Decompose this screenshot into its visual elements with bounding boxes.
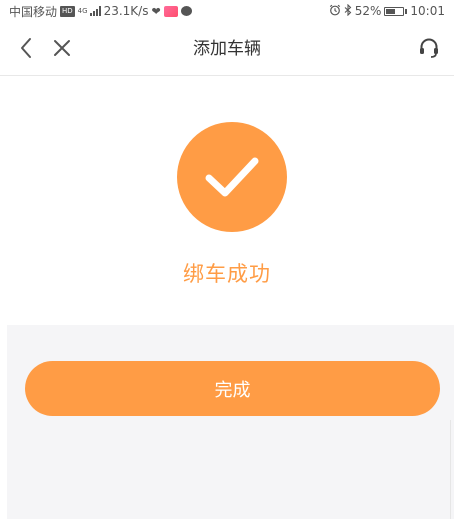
hd-badge: HD [60, 5, 75, 17]
checkmark-icon [205, 157, 259, 197]
customer-service-button[interactable] [416, 35, 442, 61]
add-vehicle-success-page: 中国移动 HD 4G 23.1K/s ❤ 52% 10:01 添加车辆 绑车成功… [0, 0, 454, 519]
carrier-name: 中国移动 [9, 4, 58, 19]
back-icon [21, 38, 31, 58]
battery-percent: 52% [354, 4, 382, 18]
close-button[interactable] [50, 36, 74, 60]
clock-time: 10:01 [410, 4, 445, 18]
navigation-bar: 添加车辆 [0, 22, 454, 76]
status-bar: 中国移动 HD 4G 23.1K/s ❤ 52% 10:01 [0, 0, 454, 22]
heart-icon: ❤ [151, 4, 161, 18]
customer-service-icon [420, 38, 438, 58]
success-badge [177, 122, 287, 232]
bottom-panel [7, 325, 454, 519]
bluetooth-icon [344, 3, 352, 19]
photo-app-icon [163, 5, 178, 17]
status-right: 52% 10:01 [329, 3, 445, 19]
done-button[interactable]: 完成 [25, 361, 440, 416]
network-speed: 23.1K/s [103, 4, 149, 18]
alarm-icon [329, 4, 341, 19]
signal-icon [89, 6, 101, 16]
battery-icon [384, 6, 408, 16]
chat-bubble-icon [180, 6, 192, 16]
close-icon [54, 40, 70, 56]
success-message: 绑车成功 [183, 262, 271, 286]
network-type: 4G [77, 6, 88, 15]
edge-divider [450, 420, 451, 519]
status-left: 中国移动 HD 4G 23.1K/s ❤ [9, 3, 192, 20]
back-button[interactable] [14, 36, 38, 60]
